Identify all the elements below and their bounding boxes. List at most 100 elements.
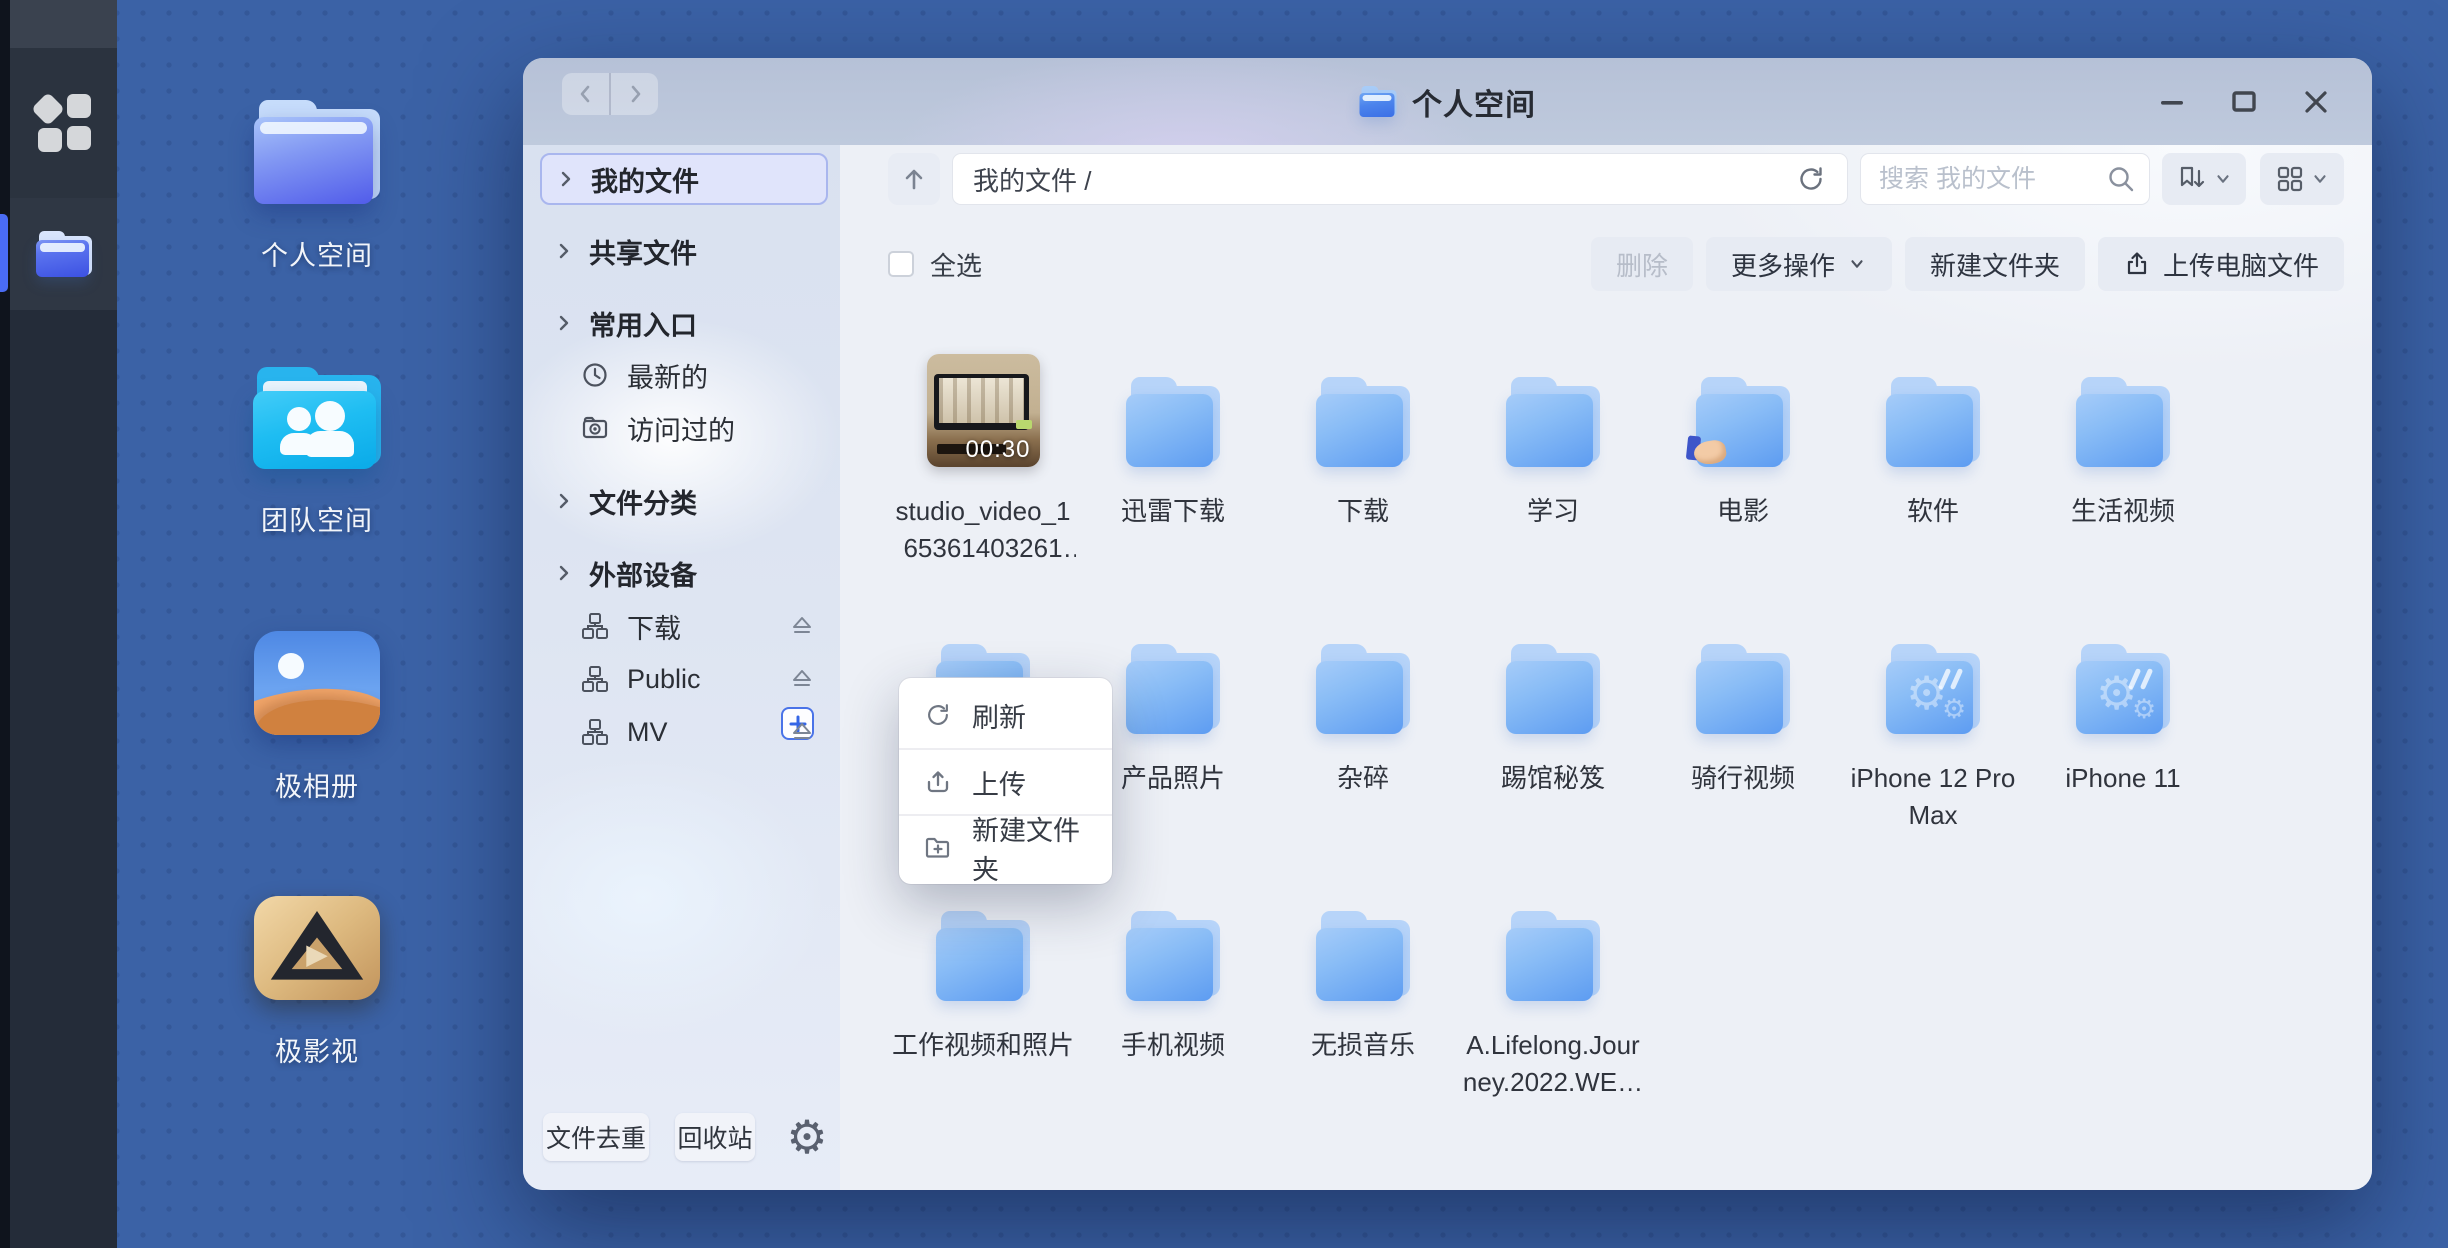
eject-icon [790,614,814,638]
folder-item[interactable]: 电影 [1648,359,1838,626]
folder-item[interactable]: 无损音乐 [1268,893,1458,1160]
sort-button[interactable] [2162,153,2246,205]
refresh-button[interactable] [1789,157,1833,201]
minimize-button[interactable] [2150,80,2194,124]
folder-icon [1316,377,1410,467]
eject-button[interactable] [790,720,814,744]
folder-icon [1886,377,1980,467]
file-name: 电影 [1717,493,1769,530]
close-button[interactable] [2294,80,2338,124]
search-box [1860,153,2150,205]
chevron-down-icon [2310,169,2330,189]
new-folder-button[interactable]: 新建文件夹 [1905,237,2085,291]
dedupe-button[interactable]: 文件去重 [543,1113,649,1161]
maximize-button[interactable] [2222,80,2266,124]
action-bar: 全选 删除 更多操作 新建文件夹 上传电脑文件 [888,237,2344,291]
desktop-icon-movies[interactable]: ▶ 极影视 [207,896,427,1069]
delete-label: 删除 [1616,246,1668,283]
search-icon[interactable] [2105,163,2137,195]
folder-item[interactable]: A.Lifelong.Journey.2022.WE… [1458,893,1648,1160]
file-name: 下载 [1337,493,1389,530]
folder-item[interactable]: 生活视频 [2028,359,2218,626]
shine-decoration [2126,668,2156,692]
delete-button[interactable]: 删除 [1591,237,1693,291]
folder-icon [1126,377,1220,467]
video-thumbnail: 00:30 [927,354,1040,467]
folder-item[interactable]: 软件 [1838,359,2028,626]
desktop-icon-personal-space[interactable]: 个人空间 [207,100,427,273]
sidebar-item-label: 访问过的 [627,409,735,448]
desktop-icon-photo-album[interactable]: 极相册 [207,631,427,804]
desktop-icon-label: 团队空间 [207,499,427,538]
folder-icon [1696,644,1790,734]
recycle-bin-button[interactable]: 回收站 [675,1113,755,1161]
back-button[interactable] [562,73,609,115]
up-directory-button[interactable] [888,153,940,205]
file-manager-window: 个人空间 我的文件 [523,58,2372,1190]
sidebar-item-device-public[interactable]: Public [523,654,840,704]
grid-view-icon [2275,164,2305,194]
eject-button[interactable] [790,667,814,691]
forward-button[interactable] [609,73,658,115]
select-all-checkbox[interactable] [888,251,914,277]
chevron-right-icon [555,168,577,190]
upload-pc-files-button[interactable]: 上传电脑文件 [2098,237,2344,291]
folder-icon [1506,911,1600,1001]
file-name: 杂碎 [1337,760,1389,797]
context-menu-item-upload[interactable]: 上传 [899,748,1112,814]
folder-item-backup[interactable]: ⚙ ⚙ iPhone 12 Pro Max [1838,626,2028,893]
file-name: 踢馆秘笈 [1501,760,1605,797]
desktop-icon-team-space[interactable]: 团队空间 [207,365,427,538]
context-menu-item-new-folder[interactable]: 新建文件夹 [899,814,1112,880]
new-folder-label: 新建文件夹 [1930,246,2060,283]
path-bar[interactable]: 我的文件 / [952,153,1848,205]
more-actions-button[interactable]: 更多操作 [1706,237,1892,291]
folder-item[interactable]: 手机视频 [1078,893,1268,1160]
folder-icon [2076,377,2170,467]
dock-item-app-grid[interactable] [10,48,117,198]
menu-item-label: 新建文件夹 [972,809,1087,887]
folder-icon [36,231,92,277]
clock-icon [581,361,611,389]
file-name: 迅雷下载 [1121,493,1225,530]
folder-item[interactable]: 骑行视频 [1648,626,1838,893]
file-name: 手机视频 [1121,1027,1225,1064]
toolbar: 我的文件 / [888,153,2344,205]
sidebar-item-recent[interactable]: 最新的 [523,350,840,400]
folder-item[interactable]: 下载 [1268,359,1458,626]
view-mode-button[interactable] [2260,153,2344,205]
settings-button[interactable]: ⚙ [775,1107,839,1167]
folder-item[interactable]: 踢馆秘笈 [1458,626,1648,893]
active-app-indicator [0,214,8,292]
file-name: 学习 [1527,493,1579,530]
search-input[interactable] [1879,165,2105,194]
upload-icon [2123,250,2151,278]
file-name: studio_video_1653614032613… [890,493,1076,567]
eject-button[interactable] [790,614,814,638]
sidebar-item-visited[interactable]: 访问过的 [523,403,840,453]
file-name: 无损音乐 [1311,1027,1415,1064]
sidebar-item-shared-files[interactable]: 共享文件 [523,226,840,276]
folder-item-backup[interactable]: ⚙ ⚙ iPhone 11 [2028,626,2218,893]
nav-buttons [562,73,658,115]
sidebar-item-quick-access[interactable]: 常用入口 [523,298,840,348]
folder-item[interactable]: 迅雷下载 [1078,359,1268,626]
file-item-video[interactable]: 00:30 studio_video_1653614032613… [888,359,1078,626]
folder-icon [1506,644,1600,734]
sidebar-item-file-categories[interactable]: 文件分类 [523,476,840,526]
sidebar-item-external-devices[interactable]: 外部设备 [523,548,840,598]
sidebar-item-device-download[interactable]: 下载 [523,601,840,651]
folder-item[interactable]: 杂碎 [1268,626,1458,893]
folder-item[interactable]: 工作视频和照片 [888,893,1078,1160]
upload-pc-label: 上传电脑文件 [2163,246,2319,283]
chevron-left-icon [573,81,599,107]
arrow-up-icon [899,164,929,194]
dock-item-files[interactable] [10,198,117,310]
sidebar-item-my-files[interactable]: 我的文件 [540,153,828,205]
folder-item[interactable]: 学习 [1458,359,1648,626]
sidebar-item-device-mv[interactable]: MV [523,707,840,757]
team-space-icon [253,367,381,469]
chevron-right-icon [553,240,575,262]
context-menu-item-refresh[interactable]: 刷新 [899,682,1112,748]
titlebar[interactable]: 个人空间 [523,58,2372,145]
